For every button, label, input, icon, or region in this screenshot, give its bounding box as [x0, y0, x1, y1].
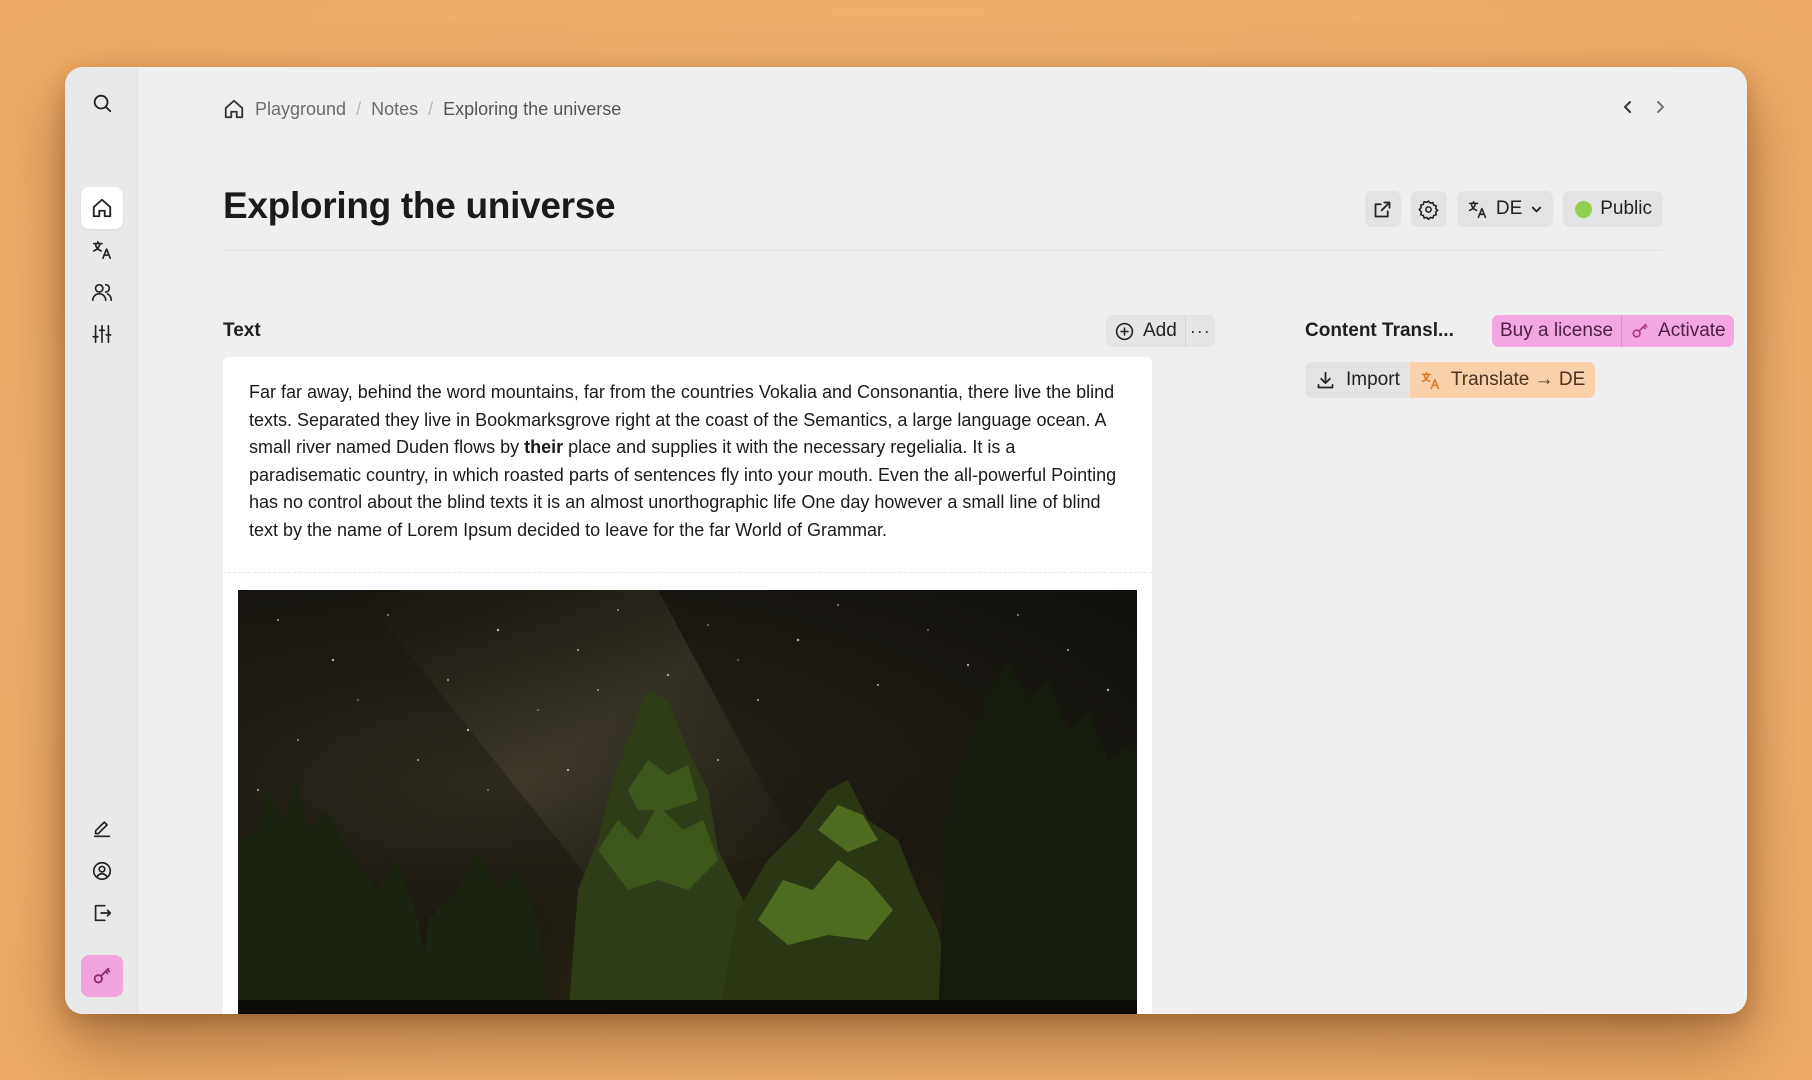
main-content: Playground / Notes / Exploring the unive…: [138, 67, 1747, 1014]
account-icon[interactable]: [81, 850, 123, 892]
status-dot-icon: [1575, 200, 1593, 218]
home-icon[interactable]: [223, 98, 245, 120]
settings-button[interactable]: [1410, 191, 1447, 227]
back-button[interactable]: [1621, 93, 1635, 121]
language-select[interactable]: DE: [1456, 191, 1554, 227]
breadcrumb-separator: /: [428, 98, 434, 119]
users-icon[interactable]: [81, 271, 123, 313]
import-button[interactable]: Import: [1305, 362, 1410, 398]
import-label: Import: [1346, 369, 1400, 390]
text-content[interactable]: Far far away, behind the word mountains,…: [223, 357, 1152, 573]
header-divider: [223, 250, 1663, 251]
visibility-label: Public: [1600, 198, 1652, 219]
translate-icon: [1468, 200, 1487, 218]
app-window: Playground / Notes / Exploring the unive…: [65, 67, 1747, 1014]
night-sky-image: [238, 590, 1137, 1014]
forward-button[interactable]: [1653, 93, 1667, 121]
chevron-down-icon: [1532, 206, 1542, 212]
buy-license-label: Buy a license: [1500, 320, 1614, 341]
key-icon: [1632, 323, 1648, 338]
page-title: Exploring the universe: [223, 185, 616, 226]
content-translation-label: Content Transl...: [1305, 320, 1454, 341]
text-card: Far far away, behind the word mountains,…: [223, 357, 1152, 1014]
breadcrumb-item-notes[interactable]: Notes: [371, 99, 418, 120]
chevron-right-icon: [1657, 101, 1664, 113]
license-group: Buy a license Activate: [1492, 315, 1734, 347]
translate-icon[interactable]: [81, 229, 123, 271]
activate-label: Activate: [1658, 320, 1726, 341]
home-icon[interactable]: [81, 187, 123, 229]
text-actions: Add ···: [1106, 315, 1215, 347]
open-external-button[interactable]: [1364, 191, 1401, 227]
text-content-bold: their: [524, 437, 564, 458]
text-section-label: Text: [223, 320, 261, 341]
chevron-left-icon: [1624, 101, 1631, 113]
title-actions: DE Public: [1364, 191, 1663, 227]
external-link-icon: [1374, 201, 1391, 217]
breadcrumb-separator: /: [356, 98, 362, 119]
breadcrumb-item-playground[interactable]: Playground: [255, 99, 346, 120]
sliders-icon[interactable]: [81, 313, 123, 355]
buy-license-button[interactable]: Buy a license: [1492, 315, 1621, 347]
gear-icon: [1418, 199, 1440, 220]
history-nav: [1621, 93, 1667, 121]
edit-icon[interactable]: [81, 808, 123, 850]
visibility-button[interactable]: Public: [1563, 191, 1663, 227]
translate-button[interactable]: Translate → DE: [1409, 362, 1596, 398]
breadcrumb-item-current: Exploring the universe: [443, 98, 622, 119]
activate-button[interactable]: Activate: [1621, 315, 1734, 347]
search-icon[interactable]: [81, 82, 123, 124]
translate-label: Translate → DE: [1450, 369, 1586, 390]
breadcrumb: Playground / Notes / Exploring the unive…: [223, 89, 621, 129]
download-icon: [1317, 371, 1334, 388]
add-label: Add: [1143, 320, 1177, 341]
key-icon[interactable]: [81, 955, 123, 997]
language-code: DE: [1495, 198, 1523, 219]
translate-group: Import Translate → DE: [1305, 362, 1596, 398]
logout-icon[interactable]: [81, 892, 123, 934]
add-button[interactable]: Add: [1106, 315, 1185, 347]
plus-circle-icon: [1115, 322, 1134, 340]
translate-icon: [1421, 371, 1440, 389]
more-options-button[interactable]: ···: [1184, 315, 1215, 347]
sidebar: [65, 67, 138, 1014]
